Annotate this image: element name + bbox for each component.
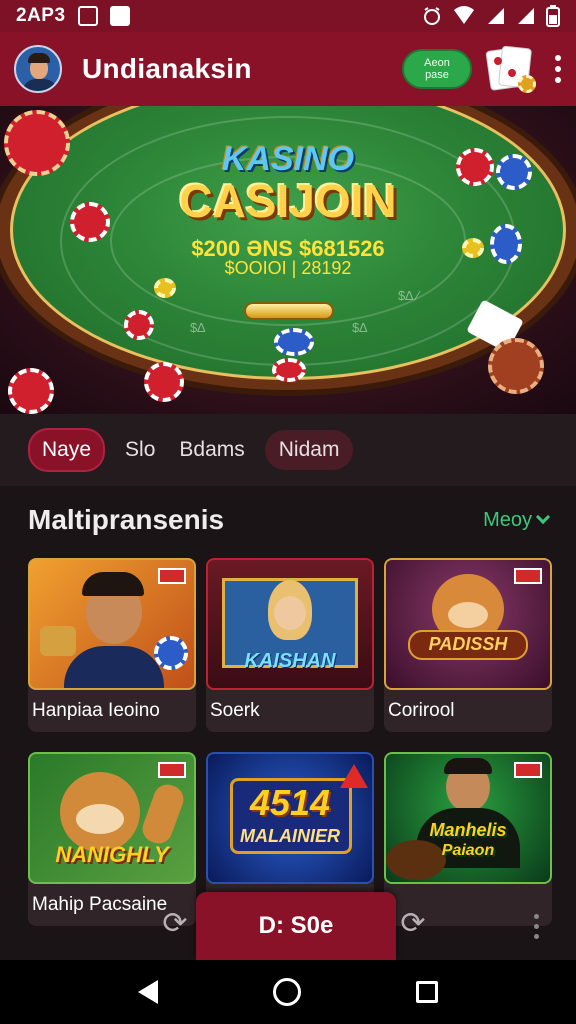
refresh-icon[interactable]: ⟳ bbox=[398, 906, 428, 942]
chevron-down-icon bbox=[535, 509, 551, 525]
game-card[interactable]: NANIGHLY Mahip Pacsaine bbox=[28, 752, 196, 926]
tab-naye[interactable]: Naye bbox=[28, 428, 106, 472]
chip-icon bbox=[456, 148, 494, 186]
chip-icon bbox=[272, 358, 306, 382]
notification-icon bbox=[77, 6, 98, 26]
chip-icon bbox=[462, 238, 484, 258]
badge bbox=[158, 762, 186, 778]
game-thumbnail: NANIGHLY bbox=[28, 752, 196, 884]
game-art-subtext: MALAINIER bbox=[240, 826, 340, 846]
game-title: Corirool bbox=[388, 700, 455, 721]
game-card[interactable]: KAISHAN Soerk bbox=[206, 558, 374, 732]
chip-icon bbox=[488, 338, 544, 394]
more-vert-icon[interactable] bbox=[534, 914, 539, 939]
chip-icon bbox=[154, 278, 176, 298]
game-card[interactable]: Hanpiaa Ieoino bbox=[28, 558, 196, 732]
wifi-icon bbox=[454, 6, 474, 24]
battery-icon bbox=[546, 5, 560, 27]
section-title: Maltipransenis bbox=[28, 504, 225, 535]
badge bbox=[514, 568, 542, 584]
hero-line2: $OOIOI | 28192 bbox=[224, 258, 352, 278]
bottom-action-button[interactable]: D: S0e bbox=[196, 892, 396, 960]
promo-button[interactable]: Aeon pase bbox=[402, 49, 472, 89]
game-thumbnail: PADISSH bbox=[384, 558, 552, 690]
promo-line2: pase bbox=[425, 69, 449, 81]
game-thumbnail: KAISHAN bbox=[206, 558, 374, 690]
status-time: 2AP3 bbox=[16, 5, 66, 26]
more-link[interactable]: Meoy bbox=[483, 508, 551, 532]
chip-icon bbox=[124, 310, 154, 340]
chip-icon bbox=[8, 368, 54, 414]
signal-icon bbox=[518, 8, 534, 24]
avatar[interactable] bbox=[14, 45, 62, 93]
game-title: Hanpiaa Ieoino bbox=[32, 700, 160, 721]
tab-slo[interactable]: Slo bbox=[121, 430, 159, 470]
category-tabs: Naye Slo Bdams Nidam bbox=[0, 414, 576, 486]
refresh-icon[interactable]: ⟳ bbox=[160, 906, 190, 942]
game-art-subtext: Paiaon bbox=[441, 842, 495, 859]
game-thumbnail bbox=[28, 558, 196, 690]
cards-icon[interactable] bbox=[485, 45, 536, 93]
game-card[interactable]: Manhelis Paiaon bbox=[384, 752, 552, 926]
promo-line1: Aeon bbox=[424, 57, 450, 69]
badge bbox=[514, 762, 542, 778]
game-thumbnail: 4514 MALAINIER bbox=[206, 752, 374, 884]
bottom-action-label: D: S0e bbox=[258, 912, 334, 939]
system-nav-bar bbox=[0, 960, 576, 1024]
home-icon[interactable] bbox=[272, 978, 301, 1006]
game-art-text: Manhelis bbox=[429, 820, 507, 840]
section-header: Maltipransenis Meoy bbox=[28, 500, 551, 540]
chip-icon bbox=[490, 224, 522, 264]
chip-icon bbox=[274, 328, 314, 356]
game-art-text: PADISSH bbox=[428, 634, 508, 654]
gold-bar bbox=[244, 302, 334, 320]
chip-icon bbox=[70, 202, 110, 242]
game-title: Soerk bbox=[210, 700, 260, 721]
chip-icon bbox=[496, 154, 532, 190]
app-icon bbox=[109, 6, 130, 26]
back-icon[interactable] bbox=[137, 980, 158, 1004]
game-art-text: KAISHAN bbox=[244, 650, 336, 672]
app-title: Undianaksin bbox=[82, 53, 252, 84]
game-thumbnail: Manhelis Paiaon bbox=[384, 752, 552, 884]
game-art-text: NANIGHLY bbox=[55, 842, 169, 867]
game-art-text: 4514 bbox=[249, 782, 331, 823]
more-vert-icon[interactable] bbox=[554, 55, 562, 83]
app-bar: Undianaksin Aeon pase bbox=[0, 32, 576, 106]
tab-nidam[interactable]: Nidam bbox=[264, 430, 354, 470]
signal-icon bbox=[488, 8, 504, 24]
tab-bdams[interactable]: Bdams bbox=[175, 430, 248, 470]
recents-icon[interactable] bbox=[416, 981, 439, 1003]
badge bbox=[158, 568, 186, 584]
alarm-icon bbox=[424, 7, 440, 25]
status-bar: 2AP3 bbox=[0, 0, 576, 32]
more-label: Meoy bbox=[483, 508, 532, 531]
chip-icon bbox=[4, 110, 70, 176]
game-card[interactable]: PADISSH Corirool bbox=[384, 558, 552, 732]
hero-banner[interactable]: KASINO CASIJOIN $200 ƏNS $681526 $OOIOI … bbox=[0, 106, 576, 414]
chip-icon bbox=[144, 362, 184, 402]
